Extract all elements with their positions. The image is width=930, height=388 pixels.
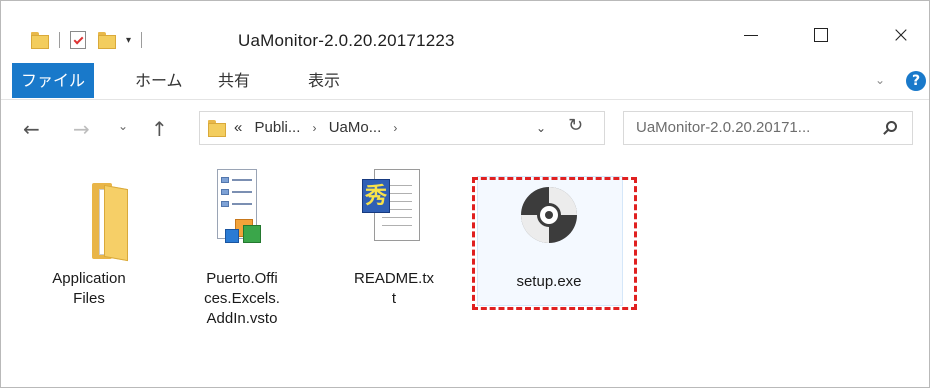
ribbon-tabs: ファイル ホーム 共有 表示 ⌄ ? [1, 63, 929, 100]
close-button[interactable]: × [871, 15, 930, 55]
tab-view[interactable]: 表示 [308, 63, 340, 98]
customize-quick-access-button[interactable]: ▾ [126, 35, 131, 46]
search-input[interactable]: UaMonitor-2.0.20.20171... [636, 112, 810, 144]
crumb-uamonitor[interactable]: UaMo... [329, 119, 382, 136]
address-dropdown-button[interactable]: ⌄ [536, 121, 546, 135]
divider [59, 32, 60, 48]
item-label: Application Files [52, 270, 126, 307]
maximize-button[interactable] [791, 15, 851, 55]
navigation-bar: ← → ⌄ ↑ « Publi... › UaMo... › ⌄ ↻ UaMon… [1, 99, 929, 155]
minimize-icon [744, 34, 758, 36]
back-button[interactable]: ← [23, 117, 40, 141]
highlight-annotation [472, 177, 637, 310]
file-list: Application Files Puerto.Offi ces.Excels… [1, 155, 929, 387]
text-document-icon: 秀 [362, 169, 420, 257]
recent-locations-button[interactable]: ⌄ [118, 119, 128, 133]
item-label: README.tx t [353, 270, 434, 307]
overflow-crumb[interactable]: « [234, 119, 242, 136]
folder-icon [208, 119, 226, 137]
maximize-icon [814, 28, 828, 42]
minimize-button[interactable] [721, 15, 781, 55]
expand-ribbon-button[interactable]: ⌄ [875, 73, 885, 87]
up-button[interactable]: ↑ [151, 117, 168, 141]
crumb-public[interactable]: Publi... [255, 119, 301, 136]
chevron-right-icon[interactable]: › [393, 121, 397, 135]
new-folder-icon[interactable] [98, 31, 116, 49]
tab-file[interactable]: ファイル [12, 63, 94, 98]
search-icon[interactable] [886, 121, 897, 132]
folder-icon [76, 183, 136, 262]
tab-home[interactable]: ホーム [135, 63, 183, 98]
folder-icon [31, 31, 49, 49]
properties-icon[interactable] [70, 31, 86, 49]
forward-button[interactable]: → [73, 117, 90, 141]
window-title: UaMonitor-2.0.20.20171223 [238, 31, 455, 50]
quick-access-toolbar: ▾ [31, 25, 152, 55]
address-bar[interactable]: « Publi... › UaMo... › ⌄ ↻ [199, 111, 605, 145]
help-icon[interactable]: ? [906, 71, 926, 91]
item-label: Puerto.Offi ces.Excels. AddIn.vsto [204, 270, 280, 327]
chevron-right-icon[interactable]: › [313, 121, 317, 135]
title-bar: ▾ UaMonitor-2.0.20.20171223 × [1, 1, 929, 63]
vsto-icon [217, 169, 267, 265]
refresh-button[interactable]: ↻ [568, 115, 583, 136]
divider [141, 32, 143, 48]
tab-share[interactable]: 共有 [218, 63, 250, 98]
explorer-window: ▾ UaMonitor-2.0.20.20171223 × ファイル ホーム 共… [0, 0, 930, 388]
search-box[interactable]: UaMonitor-2.0.20.20171... [623, 111, 913, 145]
breadcrumb: « Publi... › UaMo... › [234, 112, 405, 144]
